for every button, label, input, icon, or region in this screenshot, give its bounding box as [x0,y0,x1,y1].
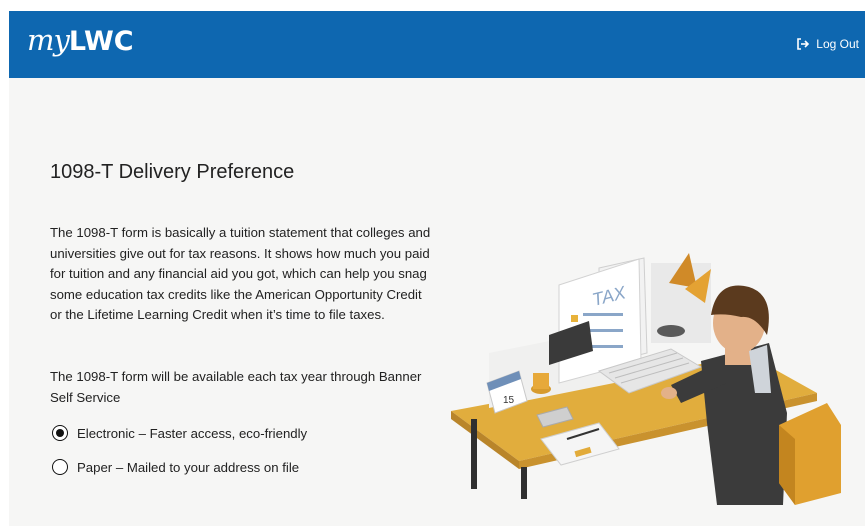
top-navigation-bar: my LWC Log Out [9,11,865,78]
logo-lwc-text: LWC [68,26,134,57]
availability-paragraph: The 1098-T form will be available each t… [50,369,422,405]
page-title: 1098-T Delivery Preference [50,161,295,183]
paper-option[interactable]: Paper – Mailed to your address on file [52,457,307,477]
logout-label: Log Out [816,37,859,51]
electronic-option-label: Electronic – Faster access, eco-friendly [77,425,308,441]
paper-option-label: Paper – Mailed to your address on file [77,459,300,475]
logout-button[interactable]: Log Out [796,37,859,51]
page-frame: my LWC Log Out 1098-T Delivery Preferenc… [9,11,865,526]
tax-illustration: TAX 15 [449,243,849,510]
calendar-day: 15 [503,395,515,406]
logout-icon [796,38,810,50]
paper-radio[interactable] [52,459,68,475]
delivery-options: Electronic – Faster access, eco-friendly… [52,423,307,491]
description-paragraph: The 1098-T form is basically a tuition s… [50,225,431,323]
electronic-option[interactable]: Electronic – Faster access, eco-friendly [52,423,307,443]
electronic-radio[interactable] [52,425,68,441]
mylwc-logo[interactable]: my LWC [27,23,134,67]
logo-my-text: my [27,23,70,57]
